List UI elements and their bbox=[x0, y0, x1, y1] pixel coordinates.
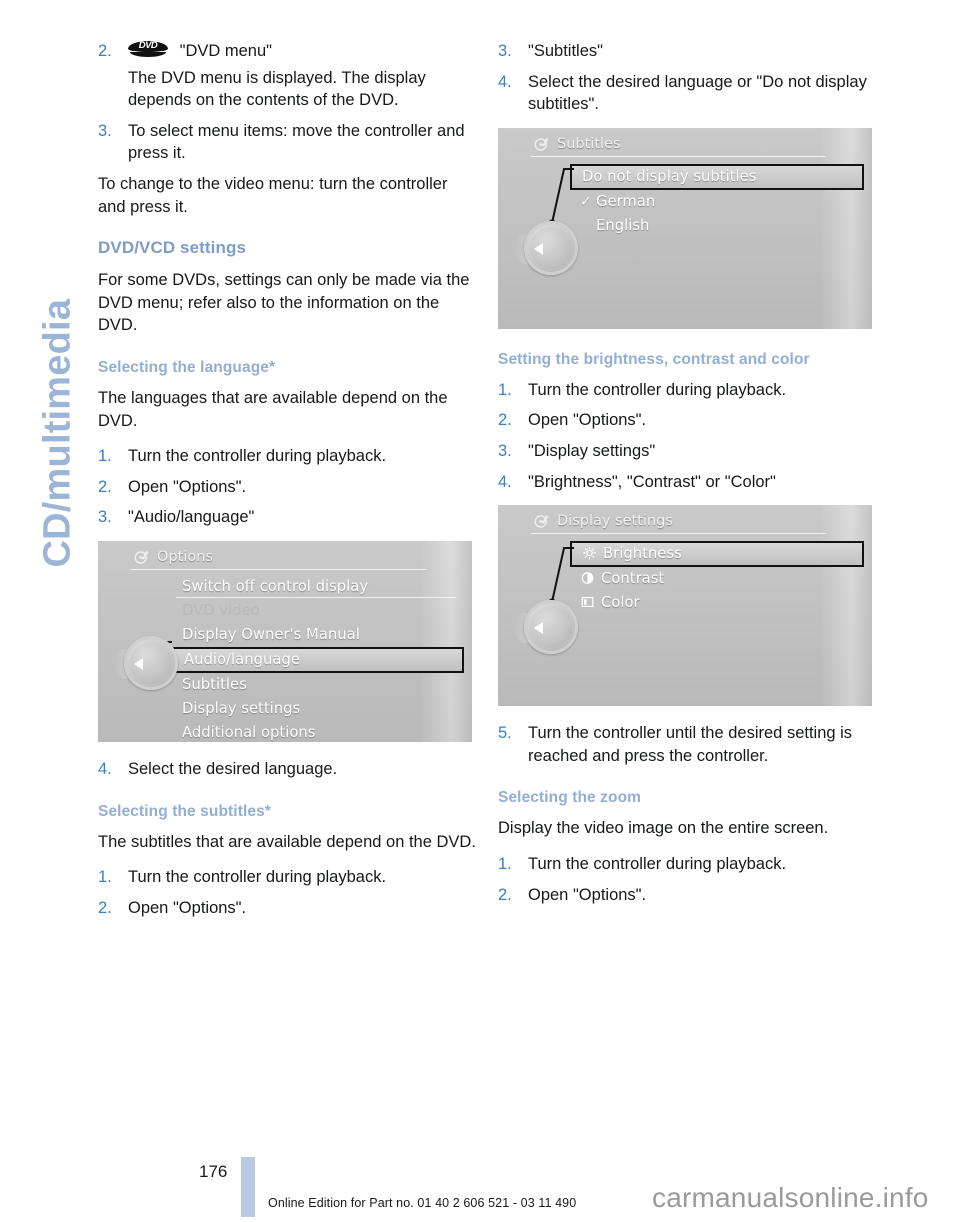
right-column: 3. "Subtitles" 4. Select the desired lan… bbox=[498, 40, 876, 914]
step-text: Open "Options". bbox=[528, 411, 647, 430]
list-item: 3. "Audio/language" bbox=[98, 506, 476, 529]
brightness-step-5: 5. Turn the controller until the desired… bbox=[498, 722, 876, 767]
screenshot-options-menu: Options Switch off control display DVD v… bbox=[98, 540, 472, 742]
knob-left-arrow-icon bbox=[134, 657, 143, 670]
step-text: "Brightness", "Contrast" or "Color" bbox=[528, 472, 776, 491]
step-text: Turn the controller during playback. bbox=[128, 447, 387, 466]
controller-knob-icon bbox=[514, 600, 578, 658]
list-item: 5. Turn the controller until the desired… bbox=[498, 722, 876, 767]
step-number: 1. bbox=[98, 447, 112, 466]
selecting-zoom-steps: 1. Turn the controller during playback. … bbox=[498, 853, 876, 906]
list-item: 2. Open "Options". bbox=[98, 897, 476, 920]
list-item: 2. Open "Options". bbox=[498, 409, 876, 432]
step-continuation: The DVD menu is displayed. The display d… bbox=[128, 68, 426, 110]
step-text: Turn the controller until the desired se… bbox=[528, 724, 853, 765]
step-text: Select the desired language. bbox=[128, 759, 338, 778]
chapter-tab-label: CD/multimedia bbox=[36, 298, 79, 568]
step-text: "Subtitles" bbox=[528, 42, 603, 60]
step-number: 2. bbox=[98, 42, 112, 60]
step-number: 2. bbox=[498, 411, 512, 430]
chapter-tab: CD/multimedia bbox=[0, 0, 96, 1222]
list-item: 2. Open "Options". bbox=[498, 884, 876, 907]
heading-dvd-vcd-settings: DVD/VCD settings bbox=[98, 238, 247, 258]
brightness-steps: 1. Turn the controller during playback. … bbox=[498, 379, 876, 493]
footer-edition-text: Online Edition for Part no. 01 40 2 606 … bbox=[268, 1196, 577, 1210]
footer-accent-bar bbox=[241, 1157, 255, 1217]
selecting-subtitles-body: The subtitles that are available depend … bbox=[98, 832, 476, 851]
screenshot-subtitles-menu: Subtitles Do not display subtitles ✓ Germ… bbox=[498, 127, 872, 329]
step-number: 2. bbox=[98, 477, 112, 496]
step-number: 4. bbox=[98, 759, 112, 778]
heading-setting-brightness-contrast-color: Setting the brightness, contrast and col… bbox=[498, 350, 810, 368]
left-steps-top: 2. DVD "DVD menu" The DVD menu is displa… bbox=[98, 40, 476, 165]
step-label: "DVD menu" bbox=[179, 42, 273, 60]
step-number: 3. bbox=[498, 42, 512, 60]
step-text: Select the desired language or "Do not d… bbox=[528, 72, 867, 114]
list-item: 1. Turn the controller during playback. bbox=[498, 853, 876, 876]
step-number: 2. bbox=[98, 898, 112, 917]
step-number: 4. bbox=[498, 472, 512, 491]
step-text: Open "Options". bbox=[528, 885, 647, 904]
step-text: DVD "DVD menu" bbox=[128, 40, 476, 63]
right-steps-top: 3. "Subtitles" 4. Select the desired lan… bbox=[498, 40, 876, 116]
left-paragraph-video-menu: To change to the video menu: turn the co… bbox=[98, 174, 448, 216]
list-item: 3. "Subtitles" bbox=[498, 40, 876, 63]
selecting-language-body: The languages that are available depend … bbox=[98, 388, 448, 430]
list-item: 1. Turn the controller during playback. bbox=[98, 445, 476, 468]
list-item: 1. Turn the controller during playback. bbox=[498, 379, 876, 402]
step-number: 4. bbox=[498, 72, 512, 91]
selecting-zoom-body: Display the video image on the entire sc… bbox=[498, 819, 829, 838]
step-number: 1. bbox=[498, 854, 512, 873]
controller-knob-icon bbox=[514, 220, 578, 279]
step-number: 1. bbox=[498, 380, 512, 399]
dvd-logo-icon: DVD bbox=[128, 41, 168, 58]
knob-left-arrow-icon bbox=[534, 242, 543, 255]
heading-selecting-the-zoom: Selecting the zoom bbox=[498, 789, 642, 807]
left-column: 2. DVD "DVD menu" The DVD menu is displa… bbox=[98, 40, 476, 927]
step-text: Open "Options". bbox=[128, 477, 247, 496]
heading-selecting-the-subtitles: Selecting the subtitles* bbox=[98, 802, 271, 820]
step-number: 3. bbox=[98, 508, 112, 527]
list-item: 2. DVD "DVD menu" The DVD menu is displa… bbox=[98, 40, 476, 112]
step-text: "Display settings" bbox=[528, 441, 656, 460]
list-item: 3. "Display settings" bbox=[498, 440, 876, 463]
list-item: 2. Open "Options". bbox=[98, 476, 476, 499]
controller-knob-icon bbox=[114, 635, 178, 694]
step-text: Turn the controller during playback. bbox=[528, 854, 787, 873]
step-number: 2. bbox=[498, 885, 512, 904]
step-text: "Audio/language" bbox=[128, 508, 255, 527]
watermark: carmanualsonline.info bbox=[652, 1182, 929, 1213]
list-item: 4. "Brightness", "Contrast" or "Color" bbox=[498, 471, 876, 494]
dvd-vcd-settings-body: For some DVDs, settings can only be made… bbox=[98, 271, 470, 335]
list-item: 4. Select the desired language. bbox=[98, 758, 476, 781]
selecting-language-step-4: 4. Select the desired language. bbox=[98, 758, 476, 781]
step-text: Turn the controller during playback. bbox=[528, 380, 787, 399]
screenshot-display-settings-menu: Display settings Brightness Contrast Col… bbox=[498, 505, 872, 707]
step-text: Open "Options". bbox=[128, 898, 247, 917]
heading-selecting-the-language: Selecting the language* bbox=[98, 358, 276, 376]
step-text: Turn the controller during playback. bbox=[128, 868, 387, 887]
knob-left-arrow-icon bbox=[534, 622, 543, 635]
selecting-language-steps: 1. Turn the controller during playback. … bbox=[98, 445, 476, 529]
list-item: 1. Turn the controller during playback. bbox=[98, 866, 476, 889]
list-item: 3. To select menu items: move the contro… bbox=[98, 120, 476, 165]
manual-page: CD/multimedia 2. DVD "DVD menu" The DVD … bbox=[0, 0, 960, 1222]
list-item: 4. Select the desired language or "Do no… bbox=[498, 71, 876, 116]
selecting-subtitles-steps: 1. Turn the controller during playback. … bbox=[98, 866, 476, 919]
step-number: 3. bbox=[498, 441, 512, 460]
page-number: 176 bbox=[199, 1162, 228, 1181]
step-text: To select menu items: move the controlle… bbox=[128, 121, 465, 163]
step-number: 3. bbox=[98, 121, 112, 140]
step-number: 5. bbox=[498, 724, 512, 743]
step-number: 1. bbox=[98, 868, 112, 887]
